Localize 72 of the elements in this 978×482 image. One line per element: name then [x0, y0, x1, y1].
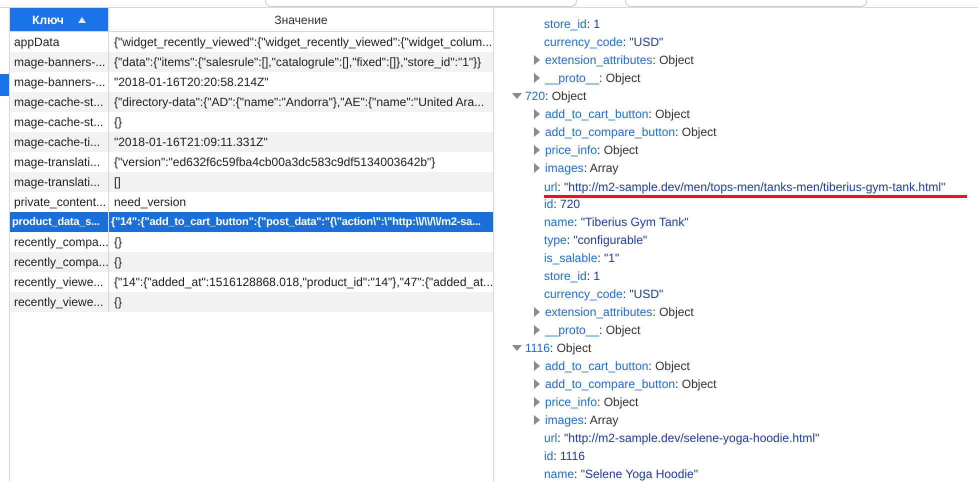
property-entry: currency_code: "USD" [544, 286, 664, 302]
property-entry: __proto__: Object [545, 70, 640, 86]
property-entry: __proto__: Object [545, 322, 640, 338]
key-cell: product_data_s... [10, 212, 109, 232]
property-entry: 720: Object [525, 88, 586, 104]
key-cell: mage-cache-st... [10, 92, 109, 112]
value-cell-text: {} [113, 234, 124, 251]
property-entry: price_info: Object [545, 142, 638, 158]
property-entry: name: "Tiberius Gym Tank" [544, 214, 689, 230]
expand-triangle-icon[interactable] [532, 361, 542, 371]
property-entry: store_id: 1 [544, 16, 600, 32]
property-entry: extension_attributes: Object [545, 304, 694, 320]
table-row[interactable]: mage-cache-st... {"directory-data":{"AD":{"name":"Andorra"},"AE":{"name":"United Ara... [10, 92, 493, 112]
expand-triangle-icon[interactable] [532, 109, 542, 119]
expand-triangle-icon[interactable] [532, 127, 542, 137]
property-entry: extension_attributes: Object [545, 52, 694, 68]
value-cell-text: "2018-01-16T21:09:11.331Z" [113, 134, 269, 151]
table-row[interactable]: recently_compa... {} [10, 252, 493, 272]
value-cell-text: {} [113, 254, 124, 271]
value-cell-text: [] [113, 174, 122, 191]
expand-triangle-icon[interactable] [532, 163, 542, 173]
key-cell: mage-translati... [10, 172, 109, 192]
value-cell-text: {"version":"ed632f6c59fba4cb00a3dc583c9df5134003642b"} [113, 154, 436, 171]
property-entry: images: Array [545, 412, 618, 428]
collapse-triangle-icon[interactable] [512, 343, 522, 353]
property-entry: name: "Selene Yoga Hoodie" [544, 466, 698, 482]
property-entry: type: "configurable" [544, 232, 648, 248]
expand-triangle-icon[interactable] [532, 415, 542, 425]
property-entry: add_to_cart_button: Object [545, 106, 690, 122]
property-entry: id: 1116 [544, 448, 585, 464]
property-entry: add_to_compare_button: Object [545, 124, 716, 140]
value-cell-text: {"widget_recently_viewed":{"widget_recently_viewed":{"widget_colum... [113, 34, 493, 51]
expand-triangle-icon[interactable] [532, 325, 542, 335]
property-entry: add_to_cart_button: Object [545, 358, 690, 374]
table-row[interactable]: mage-cache-ti... "2018-01-16T21:09:11.331Z" [10, 132, 493, 152]
property-entry: id: 720 [544, 196, 580, 212]
expand-triangle-icon[interactable] [532, 307, 542, 317]
value-cell-text: {} [113, 114, 124, 131]
expand-triangle-icon[interactable] [532, 145, 542, 155]
table-row[interactable]: recently_viewe... {} [10, 292, 493, 312]
property-entry: 1116: Object [525, 340, 592, 356]
value-cell-text: {"directory-data":{"AD":{"name":"Andorra"},"AE":{"name":"United Ara... [113, 94, 486, 111]
property-entry: is_salable: "1" [544, 250, 620, 266]
property-entry: url: "http://m2-sample.dev/selene-yoga-hoodie.html" [544, 430, 820, 446]
key-cell: mage-cache-ti... [10, 132, 109, 152]
property-entry: add_to_compare_button: Object [545, 376, 716, 392]
table-row[interactable]: product_data_s... {"14":{"add_to_cart_button":{"post_data":"{\"action\":\"http:\\/\\/\\/m2-sa... [10, 212, 493, 232]
selection-marker [0, 74, 9, 96]
property-entry: currency_code: "USD" [544, 34, 664, 50]
column-header[interactable]: Ключ [10, 8, 109, 31]
expand-triangle-icon[interactable] [532, 397, 542, 407]
value-cell-text: {} [113, 294, 124, 311]
expand-triangle-icon[interactable] [532, 73, 542, 83]
table-row[interactable]: mage-translati... [] [10, 172, 493, 192]
property-entry: url: "http://m2-sample.dev/men/tops-men/tanks-men/tiberius-gym-tank.html" [544, 180, 968, 198]
property-entry: price_info: Object [545, 394, 638, 410]
property-entry: store_id: 1 [544, 268, 600, 284]
value-cell-text: need_version [113, 194, 188, 211]
column-header[interactable]: Значение [109, 8, 493, 31]
collapse-triangle-icon[interactable] [512, 91, 522, 101]
key-cell: recently_viewe... [10, 292, 109, 312]
expand-triangle-icon[interactable] [532, 379, 542, 389]
key-cell: recently_compa... [10, 252, 109, 272]
sort-ascending-icon [78, 16, 86, 22]
property-entry: images: Array [545, 160, 618, 176]
value-cell-text: "2018-01-16T20:20:58.214Z" [113, 74, 270, 91]
value-cell-text: {"data":{"items":{"salesrule":[],"catalogrule":[],"fixed":[]},"store_id":"1"}} [113, 54, 482, 71]
value-cell-text: {"14":{"add_to_cart_button":{"post_data":"{\"action\":\"http:\\/\\/\\/m2-sa... [110, 215, 482, 230]
table-row[interactable]: mage-banners-... {"data":{"items":{"salesrule":[],"catalogrule":[],"fixed":[]},"store_id":"1"}} [10, 52, 493, 72]
expand-triangle-icon[interactable] [532, 55, 542, 65]
key-cell: mage-banners-... [10, 52, 109, 72]
value-cell-text: {"14":{"added_at":1516128868.018,"product_id":"14"},"47":{"added_at... [113, 274, 493, 291]
